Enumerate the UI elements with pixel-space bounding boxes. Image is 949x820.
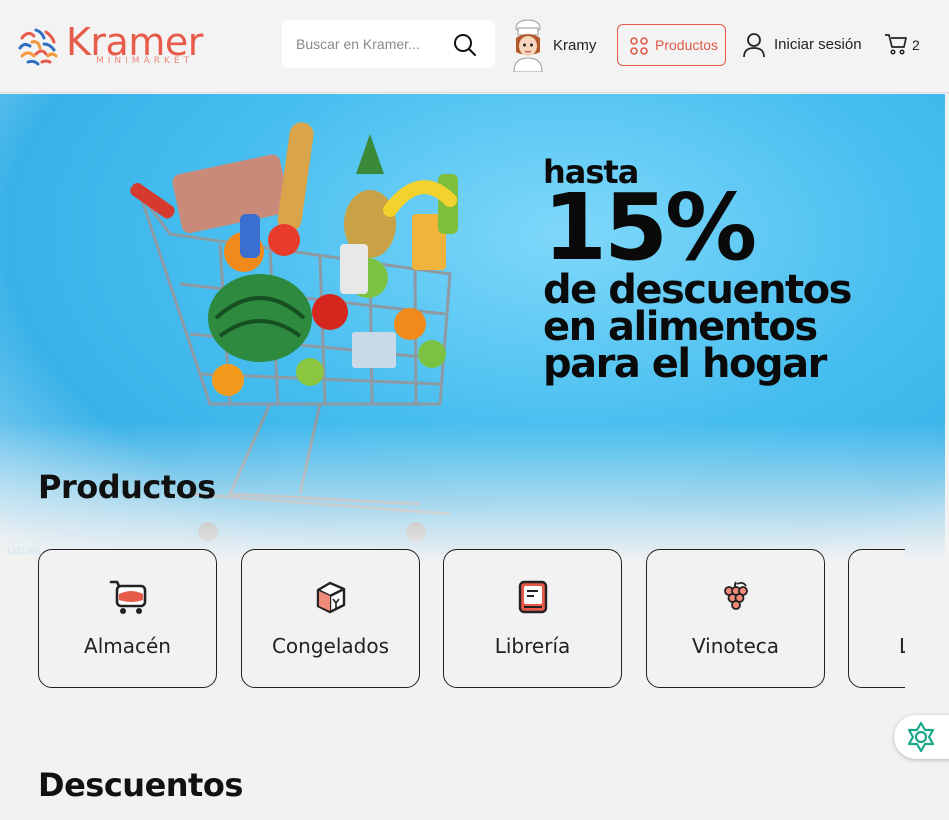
- floating-assistant-button[interactable]: [894, 715, 949, 759]
- category-card-congelados[interactable]: Congelados: [241, 549, 420, 688]
- shopping-cart-icon: [109, 580, 147, 614]
- category-label: Librería: [494, 634, 571, 658]
- promo-percent: 15%: [543, 174, 757, 281]
- kramer-logo[interactable]: Kramer MINIMARKET: [16, 20, 206, 70]
- cart-icon: [885, 34, 907, 55]
- category-card-partial[interactable]: L: [848, 549, 905, 688]
- category-carousel: Almacén Congelados Librería Vinoteca L: [38, 549, 905, 689]
- grid-dots-icon: [630, 37, 648, 55]
- frozen-box-icon: [316, 581, 346, 614]
- banner-image-code: 1321166: [6, 546, 41, 556]
- products-button-label: Productos: [655, 37, 719, 53]
- category-label: Almacén: [84, 634, 171, 658]
- products-section-title: Productos: [38, 468, 216, 506]
- category-card-libreria[interactable]: Librería: [443, 549, 622, 688]
- category-label: Congelados: [271, 634, 390, 658]
- login-label: Iniciar sesión: [774, 36, 862, 53]
- promo-line-3: para el hogar: [543, 341, 827, 387]
- category-card-vinoteca[interactable]: Vinoteca: [646, 549, 825, 688]
- user-icon: [743, 33, 765, 58]
- chef-avatar-icon: [513, 19, 543, 72]
- ai-assistant-icon: [907, 721, 935, 753]
- products-menu-button[interactable]: Productos: [617, 24, 726, 66]
- category-card-almacen[interactable]: Almacén: [38, 549, 217, 688]
- discounts-section-title: Descuentos: [38, 766, 243, 804]
- category-label: L: [899, 634, 905, 658]
- logo-mark-icon: [18, 28, 58, 66]
- cart-count: 2: [912, 37, 920, 53]
- logo-subtitle: MINIMARKET: [96, 56, 194, 66]
- promo-text: hasta 15% de descuentos en alimentos par…: [543, 156, 852, 387]
- top-header: Kramer MINIMARKET Kramy Productos: [0, 0, 949, 93]
- book-icon: [518, 580, 548, 614]
- category-label: Vinoteca: [691, 634, 780, 658]
- search-box: [282, 20, 495, 68]
- assistant-label: Kramy: [553, 37, 597, 54]
- search-icon[interactable]: [452, 32, 478, 58]
- grapes-icon: [724, 581, 748, 610]
- search-input[interactable]: [296, 33, 446, 55]
